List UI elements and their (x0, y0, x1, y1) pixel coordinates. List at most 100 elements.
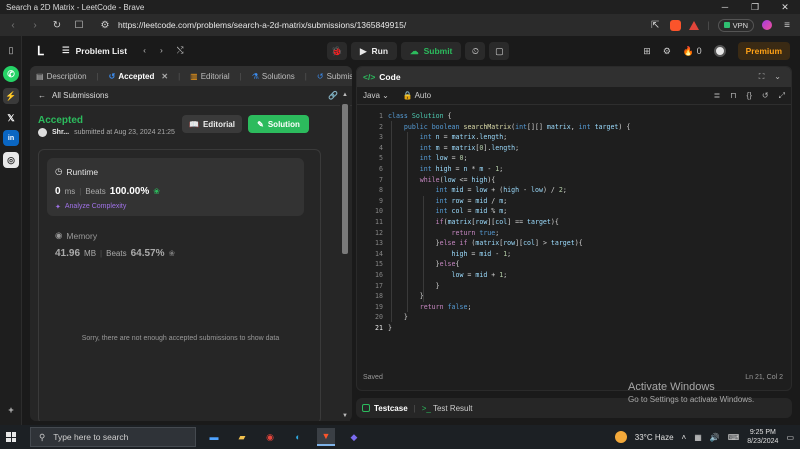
runtime-beats: 100.00% (109, 186, 150, 197)
site-info-icon[interactable]: ⚙ (98, 20, 112, 31)
tab-submissions[interactable]: ↺Submissi (317, 72, 352, 81)
brave-shields-icon[interactable] (670, 19, 682, 31)
settings-icon[interactable]: ⚙ (663, 46, 671, 57)
debug-icon[interactable]: 🐞 (327, 42, 347, 60)
notifications-icon[interactable]: ▭ (786, 433, 794, 442)
edit-icon: ✎ (257, 119, 264, 129)
reload-icon[interactable]: ↻ (50, 20, 64, 31)
edge-icon[interactable]: ◐ (289, 428, 307, 446)
run-submit-group: 🐞 ▶ Run ☁ Submit ⏲ ▢ (327, 42, 510, 60)
premium-button[interactable]: Premium (737, 42, 790, 60)
volume-icon[interactable]: 🔊 (710, 433, 720, 442)
weather-text[interactable]: 33°C Haze (635, 433, 674, 442)
layout-icon[interactable]: ⊞ (643, 46, 651, 57)
play-icon: ▶ (360, 45, 367, 56)
all-submissions-link[interactable]: All Submissions (52, 91, 108, 100)
shuffle-icon[interactable]: ⤭ (177, 45, 184, 56)
scroll-down-icon[interactable]: ▼ (340, 413, 350, 419)
timer-icon[interactable]: ⏲ (465, 42, 486, 60)
memory-value: 41.96 (55, 248, 81, 259)
beats-label: Beats (85, 187, 106, 196)
braces-icon[interactable]: {} (747, 91, 752, 101)
analyze-complexity-link[interactable]: ✦ Analyze Complexity (55, 203, 126, 211)
tab-test-result[interactable]: >_ Test Result (422, 404, 473, 413)
avatar[interactable] (713, 45, 726, 57)
linkedin-icon[interactable]: in (3, 130, 19, 146)
beats-label: Beats (106, 249, 127, 258)
maximize-icon[interactable]: ⛶ (759, 72, 765, 82)
code-editor[interactable]: 1 2 3 4 5 6 7 8 9 10 11 12 13 14 15 16 17 18 19 20 21 class … (357, 107, 791, 337)
tab-testcase[interactable]: Testcase (362, 404, 408, 413)
brave-rewards-icon[interactable] (689, 20, 700, 30)
task-view-icon[interactable]: ▬ (205, 428, 223, 446)
expand-icon[interactable]: ⤢ (779, 91, 785, 101)
editorial-button[interactable]: 📖 Editorial (182, 115, 242, 133)
language-icon[interactable]: ⌨ (728, 433, 740, 442)
app-icon[interactable]: ◆ (345, 428, 363, 446)
tab-editorial[interactable]: ▥ Editorial (190, 72, 229, 81)
clock[interactable]: 9:25 PM 8/23/2024 (747, 428, 778, 446)
share-icon[interactable]: ⇱ (648, 20, 662, 31)
streak-counter[interactable]: 🔥 0 (683, 46, 702, 57)
brave-taskbar-icon[interactable]: ▼ (317, 428, 335, 446)
mode-select[interactable]: 🔒 Auto (403, 91, 431, 100)
cursor-position: Ln 21, Col 2 (745, 374, 783, 381)
collapse-icon[interactable]: ⌄ (774, 72, 781, 82)
add-sidebar-item-icon[interactable]: + (3, 402, 19, 418)
tab-description[interactable]: ▤ Description (36, 72, 87, 81)
leetcode-navbar: ᒪ ☰ Problem List ‹ › ⤭ 🐞 ▶ Run ☁ Submit … (22, 36, 800, 66)
left-panel-scrollbar[interactable]: ▲ ▼ (340, 88, 350, 421)
forward-icon[interactable]: › (28, 20, 42, 31)
file-explorer-icon[interactable]: ▰ (233, 428, 251, 446)
tab-solutions[interactable]: ⚗ Solutions (252, 72, 295, 81)
network-icon[interactable]: ▦ (694, 433, 702, 442)
copy-link-icon[interactable]: 🔗 (328, 91, 338, 100)
solution-button[interactable]: ✎ Solution (248, 115, 309, 133)
code-line: while(low <= high){ (419, 175, 496, 184)
leetcode-sidebar-icon[interactable]: ⚡ (3, 88, 19, 104)
submit-button[interactable]: ☁ Submit (401, 42, 462, 60)
menu-icon[interactable]: ≡ (780, 20, 794, 31)
code-line: class Solution { (388, 112, 452, 120)
leetcode-logo-icon[interactable]: ᒪ (37, 44, 49, 58)
taskbar-search-input[interactable]: ⚲ Type here to search (30, 427, 196, 447)
prev-problem-icon[interactable]: ‹ (143, 45, 146, 56)
username[interactable]: Shr... (52, 129, 69, 136)
language-select[interactable]: Java ⌄ (363, 91, 389, 100)
back-arrow-icon[interactable]: ← (38, 91, 46, 100)
whatsapp-icon[interactable]: ✆ (3, 66, 19, 82)
line-number: 8 (379, 186, 383, 195)
chrome-icon[interactable]: ◉ (261, 428, 279, 446)
memory-box[interactable]: ◉ Memory 41.96 MB | Beats 64.57% ❀ (47, 228, 304, 268)
back-icon[interactable]: ‹ (6, 20, 20, 31)
tab-submissions-label: Submissi (326, 71, 352, 81)
format-icon[interactable]: ≣ (714, 91, 721, 101)
tab-divider: | (304, 71, 307, 81)
restore-button[interactable]: ❐ (740, 0, 770, 14)
bookmark-code-icon[interactable]: ⊓ (730, 91, 736, 101)
problem-list-nav[interactable]: ☰ Problem List ‹ › ⤭ (62, 45, 184, 56)
next-problem-icon[interactable]: › (160, 45, 163, 56)
code-tab[interactable]: </> Code ⛶ ⌄ (357, 67, 791, 87)
scrollbar-thumb[interactable] (342, 104, 348, 254)
x-twitter-icon[interactable]: 𝕏 (3, 110, 19, 126)
vpn-button[interactable]: VPN (717, 18, 754, 32)
extension-icon[interactable]: ◎ (3, 152, 19, 168)
start-button[interactable] (0, 425, 22, 449)
tab-accepted[interactable]: ↺ Accepted ✕ (109, 72, 168, 81)
reset-icon[interactable]: ↺ (762, 91, 769, 101)
sidebar-panel-icon[interactable]: ▯ (3, 42, 19, 58)
run-button[interactable]: ▶ Run (351, 42, 398, 60)
address-bar[interactable]: ⚙ https://leetcode.com/problems/search-a… (94, 17, 640, 33)
chevron-up-icon[interactable]: ˄ (682, 433, 687, 442)
scroll-up-icon[interactable]: ▲ (340, 92, 350, 98)
runtime-box[interactable]: ◷ Runtime 0 ms | Beats 100.00% ❀ ✦ Analyz… (47, 158, 304, 216)
weather-icon[interactable] (614, 431, 627, 443)
close-window-button[interactable]: ✕ (770, 0, 800, 14)
bookmark-icon[interactable]: ☐ (72, 20, 86, 31)
code-line: }else if (matrix[row][col] > target){ (388, 239, 583, 248)
notes-icon[interactable]: ▢ (489, 42, 510, 60)
close-tab-icon[interactable]: ✕ (161, 72, 168, 81)
minimize-button[interactable]: ─ (710, 0, 740, 14)
leo-ai-icon[interactable] (762, 20, 772, 30)
